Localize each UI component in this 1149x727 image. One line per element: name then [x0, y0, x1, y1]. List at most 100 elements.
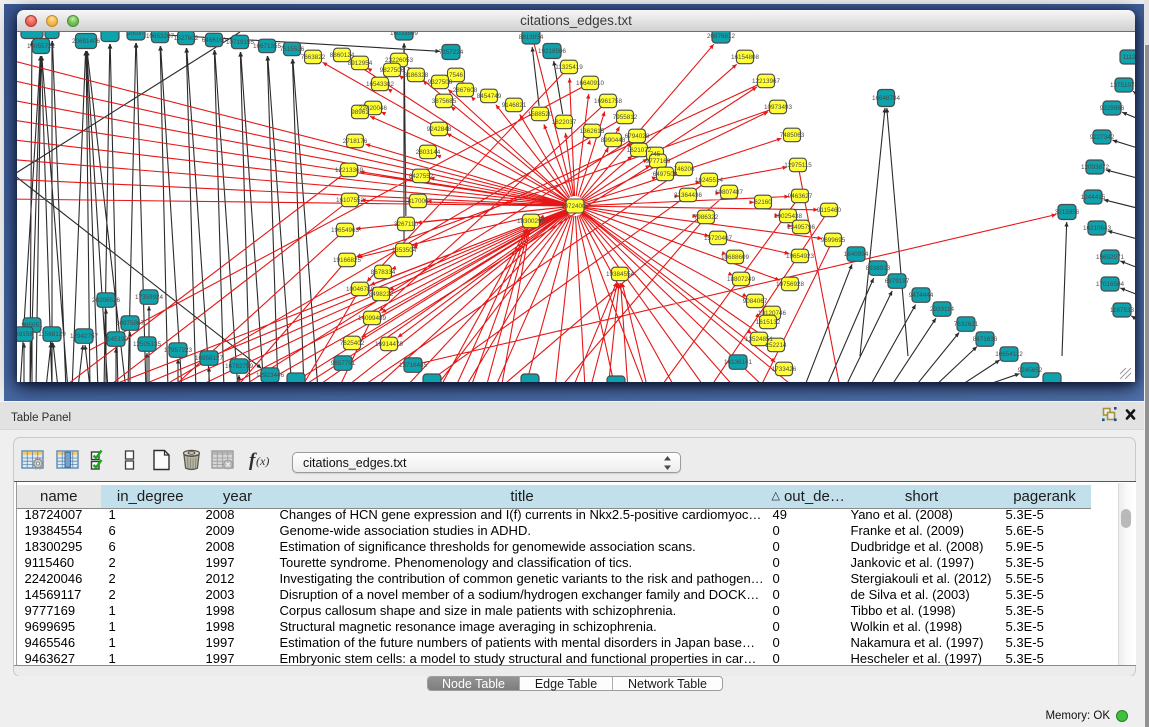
- svg-text:3267110: 3267110: [394, 221, 419, 228]
- svg-text:9699695: 9699695: [821, 237, 846, 244]
- svg-text:1733426: 1733426: [772, 366, 797, 373]
- svg-text:20876812: 20876812: [707, 33, 736, 40]
- svg-text:6466160: 6466160: [202, 37, 227, 44]
- svg-text:19166825: 19166825: [333, 257, 362, 264]
- svg-text:16961758: 16961758: [594, 98, 623, 105]
- svg-text:16671355: 16671355: [253, 43, 282, 50]
- svg-text:8990448: 8990448: [601, 137, 626, 144]
- svg-text:12213369: 12213369: [335, 167, 364, 174]
- svg-text:1640954: 1640954: [844, 251, 869, 258]
- svg-text:16782759: 16782759: [225, 363, 254, 370]
- svg-text:7485063: 7485063: [780, 132, 805, 139]
- svg-text:62160: 62160: [754, 199, 772, 206]
- svg-text:252214: 252214: [765, 342, 787, 349]
- svg-text:23226053: 23226053: [385, 57, 414, 64]
- svg-text:1621072: 1621072: [627, 147, 652, 154]
- svg-text:8912954: 8912954: [348, 60, 373, 67]
- svg-text:7625402: 7625402: [340, 340, 365, 347]
- svg-text:8454749: 8454749: [477, 93, 502, 100]
- svg-text:9463627: 9463627: [788, 193, 813, 200]
- svg-text:19218506: 19218506: [538, 48, 567, 55]
- svg-text:1527602: 1527602: [174, 35, 199, 42]
- svg-text:6794028: 6794028: [625, 133, 650, 140]
- svg-text:9227342: 9227342: [1090, 134, 1115, 141]
- svg-text:18300295: 18300295: [517, 218, 546, 225]
- svg-text:12213967: 12213967: [752, 78, 781, 85]
- svg-text:19384554: 19384554: [606, 271, 635, 278]
- svg-text:12093872: 12093872: [1081, 164, 1110, 171]
- svg-text:8860124: 8860124: [330, 52, 355, 59]
- svg-text:2933114: 2933114: [930, 306, 955, 313]
- svg-text:14136141: 14136141: [724, 359, 753, 366]
- svg-text:9242848: 9242848: [427, 126, 452, 133]
- svg-text:11325419: 11325419: [555, 64, 583, 71]
- svg-text:1588520: 1588520: [528, 111, 553, 118]
- svg-text:7663822: 7663822: [301, 54, 326, 61]
- svg-text:98961: 98961: [351, 109, 369, 116]
- svg-text:18807249: 18807249: [727, 276, 756, 283]
- svg-text:7357224: 7357224: [439, 49, 464, 56]
- svg-text:10653267: 10653267: [146, 33, 175, 40]
- svg-text:12505135: 12505135: [133, 341, 162, 348]
- svg-text:7515526: 7515526: [280, 46, 305, 53]
- svg-text:9474444: 9474444: [909, 292, 934, 299]
- svg-text:9329966: 9329966: [1100, 105, 1125, 112]
- svg-text:9245652: 9245652: [1018, 367, 1043, 374]
- svg-text:6879197: 6879197: [885, 278, 910, 285]
- svg-text:16154808: 16154808: [731, 54, 760, 61]
- svg-text:30975867: 30975867: [116, 320, 145, 327]
- svg-text:19654963: 19654963: [331, 227, 360, 234]
- svg-text:11568129: 11568129: [38, 331, 66, 338]
- svg-text:817006: 817006: [407, 198, 429, 205]
- svg-text:1362615: 1362615: [580, 128, 605, 135]
- svg-text:21364436: 21364436: [674, 192, 703, 199]
- svg-text:9115460: 9115460: [817, 207, 842, 214]
- svg-text:9146821: 9146821: [502, 102, 527, 109]
- svg-text:8186328: 8186328: [404, 72, 429, 79]
- svg-text:8498222: 8498222: [369, 291, 394, 298]
- svg-text:1244415: 1244415: [1081, 194, 1106, 201]
- svg-text:10688609: 10688609: [721, 254, 750, 261]
- svg-text:10973493: 10973493: [764, 104, 793, 111]
- svg-text:12923446: 12923446: [256, 372, 285, 379]
- svg-text:16245514: 16245514: [695, 177, 724, 184]
- svg-text:3875685: 3875685: [432, 98, 457, 105]
- svg-text:12975115: 12975115: [784, 162, 812, 169]
- svg-text:10025438: 10025438: [774, 213, 803, 220]
- svg-text:16107552: 16107552: [336, 197, 365, 204]
- svg-text:(x): (x): [256, 454, 269, 468]
- svg-text:20691406: 20691406: [72, 38, 101, 45]
- svg-text:10654112: 10654112: [995, 351, 1023, 358]
- svg-text:15692971: 15692971: [1096, 254, 1125, 261]
- svg-text:1615132: 1615132: [756, 319, 781, 326]
- svg-text:2718176: 2718176: [343, 138, 368, 145]
- svg-text:18724007: 18724007: [561, 203, 590, 210]
- svg-text:7986322: 7986322: [694, 214, 719, 221]
- svg-text:8813054: 8813054: [519, 34, 544, 41]
- svg-text:14099489: 14099489: [358, 315, 387, 322]
- svg-text:19654923: 19654923: [786, 253, 815, 260]
- svg-text:20206526: 20206526: [92, 297, 121, 304]
- svg-text:10719155: 10719155: [226, 39, 255, 46]
- svg-text:14055721: 14055721: [27, 43, 56, 50]
- svg-text:8938913: 8938913: [866, 265, 891, 272]
- svg-text:16914479: 16914479: [375, 341, 404, 348]
- svg-text:1822037: 1822037: [552, 119, 577, 126]
- svg-text:15720407: 15720407: [704, 235, 733, 242]
- svg-text:9084067: 9084067: [743, 298, 768, 305]
- svg-text:9827506: 9827506: [380, 67, 405, 74]
- svg-text:1112: 1112: [1122, 54, 1135, 61]
- svg-text:7955812: 7955812: [613, 114, 638, 121]
- svg-text:8471636: 8471636: [973, 336, 998, 343]
- svg-text:17957223: 17957223: [164, 347, 193, 354]
- svg-text:9657791: 9657791: [331, 360, 356, 367]
- svg-text:7546: 7546: [449, 72, 464, 79]
- svg-text:19756928: 19756928: [776, 281, 805, 288]
- svg-text:1145190: 1145190: [104, 336, 129, 343]
- svg-text:10120746: 10120746: [758, 310, 787, 317]
- svg-text:12942757: 12942757: [70, 333, 99, 340]
- svg-text:17016504: 17016504: [1096, 281, 1125, 288]
- svg-text:2867608: 2867608: [453, 87, 478, 94]
- svg-text:10958127: 10958127: [195, 355, 224, 362]
- svg-text:13495796: 13495796: [787, 224, 816, 231]
